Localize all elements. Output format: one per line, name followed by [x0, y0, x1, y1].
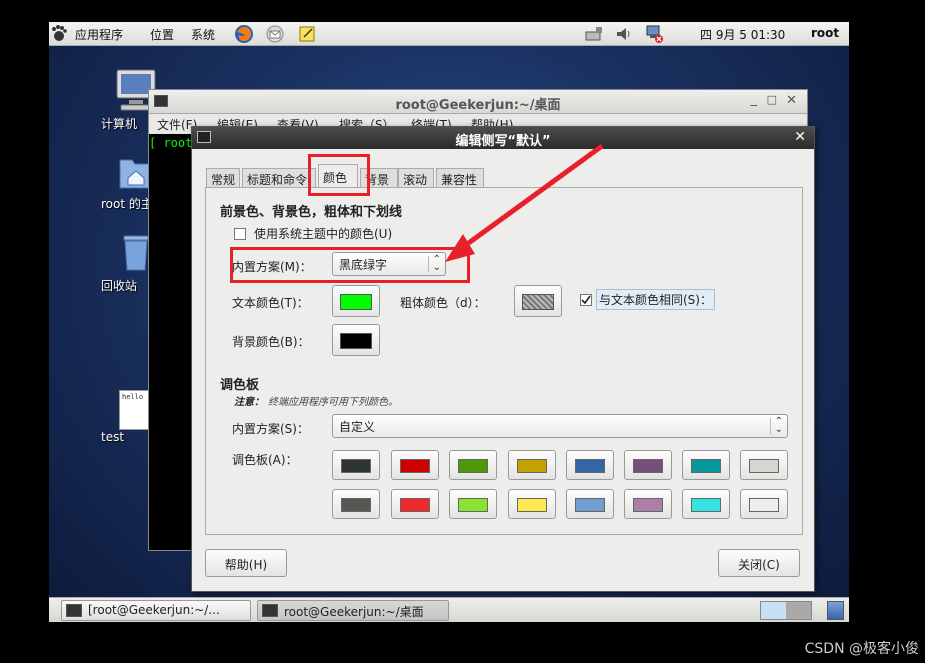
bottom-panel: [root@Geekerjun:~/... root@Geekerjun:~/桌…	[49, 597, 849, 622]
watermark: CSDN @极客小俊	[804, 641, 919, 657]
taskbar-item-label: root@Geekerjun:~/桌面	[284, 605, 424, 619]
taskbar-item-terminal-2[interactable]: root@Geekerjun:~/桌面	[257, 600, 449, 621]
taskbar-item-label: [root@Geekerjun:~/...	[88, 603, 220, 617]
workspace-switcher[interactable]	[760, 601, 812, 620]
trash-applet-icon[interactable]	[827, 601, 844, 620]
terminal-icon	[262, 604, 278, 617]
desktop-screen: 应用程序 位置 系统 四 9月 5 01:30 root 计算机 root 的主…	[49, 22, 849, 622]
terminal-icon	[66, 604, 82, 617]
taskbar-item-terminal-1[interactable]: [root@Geekerjun:~/...	[61, 600, 251, 621]
annotation-arrow	[445, 143, 604, 262]
